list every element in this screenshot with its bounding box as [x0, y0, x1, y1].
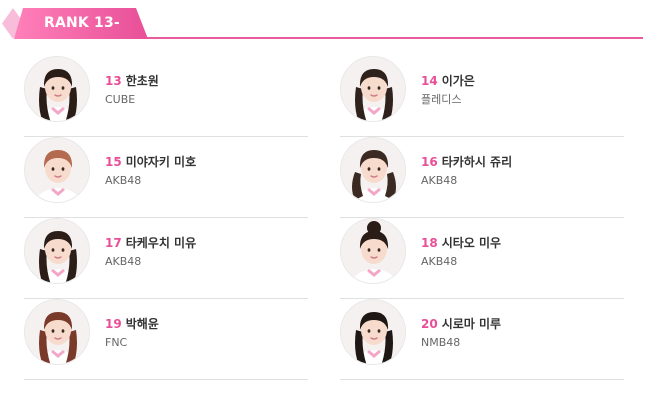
- member-card[interactable]: 20 시로마 미루 NMB48: [340, 299, 624, 380]
- member-name[interactable]: 시로마 미루: [442, 317, 501, 331]
- rank-line: 17 타케우치 미유: [105, 236, 196, 250]
- avatar[interactable]: [340, 56, 406, 122]
- member-name[interactable]: 타케우치 미유: [126, 236, 196, 250]
- member-card[interactable]: 15 미야자키 미호 AKB48: [24, 137, 308, 218]
- portrait-image: [25, 138, 89, 202]
- rank-header: RANK 13-: [0, 0, 662, 50]
- member-grid: 13 한초원 CUBE 14 이가은 플레디스 15 미야자키 미호 AKB48…: [24, 56, 624, 380]
- rank-line: 15 미야자키 미호: [105, 155, 196, 169]
- member-name[interactable]: 타카하시 쥬리: [442, 155, 512, 169]
- portrait-image: [341, 219, 405, 283]
- member-agency: NMB48: [421, 336, 461, 349]
- rank-number: 16: [421, 155, 438, 169]
- member-agency: 플레디스: [421, 93, 462, 106]
- avatar[interactable]: [340, 299, 406, 365]
- rank-line: 19 박해윤: [105, 317, 159, 331]
- rank-number: 20: [421, 317, 438, 331]
- rank-number: 18: [421, 236, 438, 250]
- member-name[interactable]: 한초원: [126, 74, 159, 88]
- member-agency: AKB48: [105, 174, 142, 187]
- member-card[interactable]: 19 박해윤 FNC: [24, 299, 308, 380]
- portrait-image: [341, 138, 405, 202]
- rank-line: 14 이가은: [421, 74, 475, 88]
- avatar[interactable]: [24, 137, 90, 203]
- member-agency: AKB48: [421, 255, 458, 268]
- member-card[interactable]: 17 타케우치 미유 AKB48: [24, 218, 308, 299]
- avatar[interactable]: [340, 218, 406, 284]
- member-name[interactable]: 박해윤: [126, 317, 159, 331]
- member-agency: AKB48: [105, 255, 142, 268]
- member-name[interactable]: 이가은: [442, 74, 475, 88]
- member-agency: AKB48: [421, 174, 458, 187]
- portrait-image: [341, 300, 405, 364]
- header-divider: [140, 37, 643, 39]
- rank-line: 20 시로마 미루: [421, 317, 501, 331]
- member-card[interactable]: 16 타카하시 쥬리 AKB48: [340, 137, 624, 218]
- portrait-image: [25, 57, 89, 121]
- rank-number: 17: [105, 236, 122, 250]
- avatar[interactable]: [24, 56, 90, 122]
- rank-number: 15: [105, 155, 122, 169]
- avatar[interactable]: [24, 218, 90, 284]
- member-card[interactable]: 18 시타오 미우 AKB48: [340, 218, 624, 299]
- rank-section: RANK 13- 13 한초원 CUBE 14 이가은 플레디스 15 미야자키…: [0, 0, 662, 400]
- member-agency: CUBE: [105, 93, 136, 106]
- rank-number: 19: [105, 317, 122, 331]
- member-card[interactable]: 14 이가은 플레디스: [340, 56, 624, 137]
- rank-line: 18 시타오 미우: [421, 236, 501, 250]
- portrait-image: [341, 57, 405, 121]
- member-name[interactable]: 시타오 미우: [442, 236, 501, 250]
- rank-line: 13 한초원: [105, 74, 159, 88]
- avatar[interactable]: [340, 137, 406, 203]
- portrait-image: [25, 219, 89, 283]
- member-name[interactable]: 미야자키 미호: [126, 155, 196, 169]
- member-agency: FNC: [105, 336, 128, 349]
- rank-banner-label: RANK 13-: [44, 15, 120, 31]
- portrait-image: [25, 300, 89, 364]
- avatar[interactable]: [24, 299, 90, 365]
- rank-line: 16 타카하시 쥬리: [421, 155, 512, 169]
- rank-number: 13: [105, 74, 122, 88]
- rank-number: 14: [421, 74, 438, 88]
- member-card[interactable]: 13 한초원 CUBE: [24, 56, 308, 137]
